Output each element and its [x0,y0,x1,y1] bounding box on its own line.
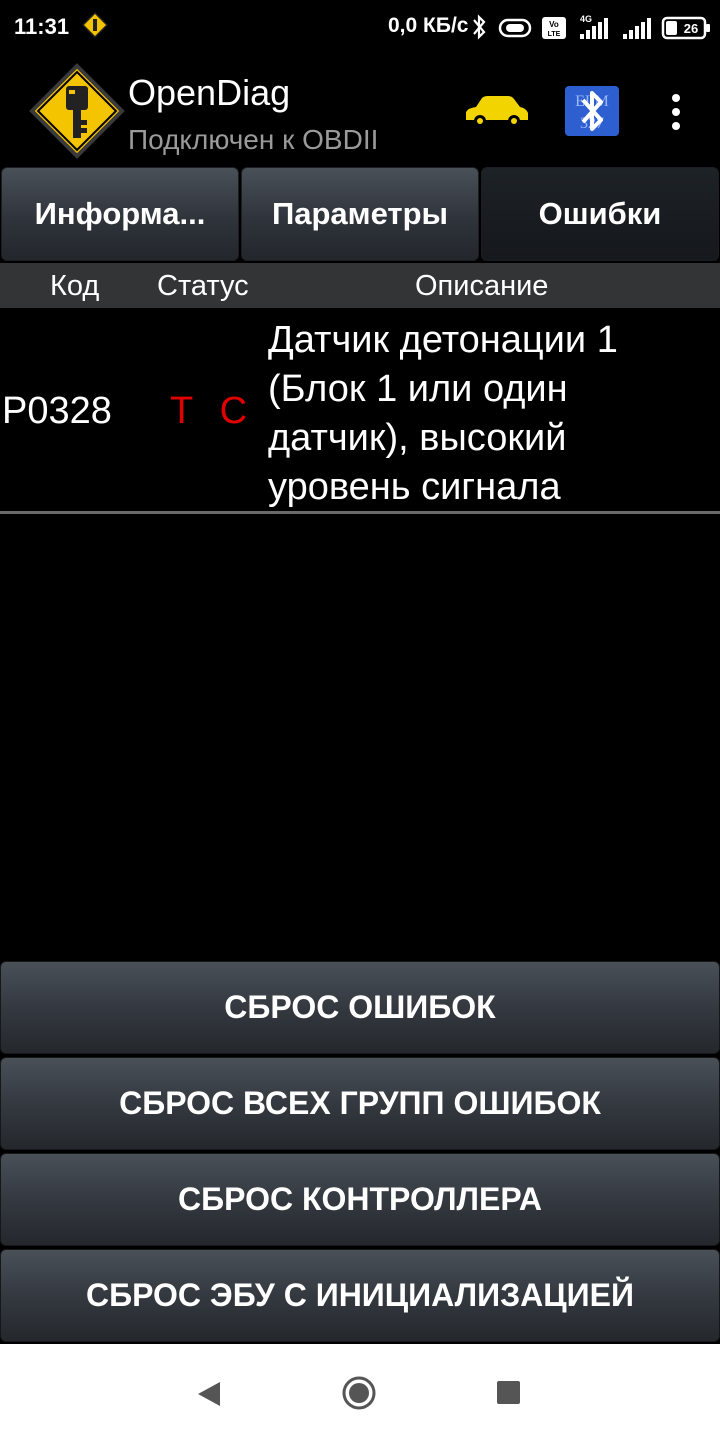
tab-bar: Информа... Параметры Ошибки [0,167,720,263]
svg-text:Vo: Vo [549,20,559,29]
status-time: 11:31 [14,14,70,39]
reset-all-groups-button[interactable]: СБРОС ВСЕХ ГРУПП ОШИБОК [0,1057,720,1150]
battery-icon: 26 [661,16,710,40]
header-description: Описание [415,270,549,302]
reset-errors-button[interactable]: СБРОС ОШИБОК [0,961,720,1054]
network-speed: 0,0 КБ/с [388,14,469,37]
home-icon[interactable] [341,1375,377,1411]
vibrate-icon [498,18,532,38]
bluetooth-status-icon [473,14,486,40]
reset-controller-button[interactable]: СБРОС КОНТРОЛЛЕРА [0,1153,720,1246]
back-icon[interactable] [196,1380,222,1408]
signal-4g-icon: 4G [580,14,608,39]
tab-info[interactable]: Информа... [1,167,239,261]
connection-status: Подключен к OBDII [128,124,379,155]
tab-parameters[interactable]: Параметры [241,167,479,261]
row-divider [0,511,720,514]
header-status: Статус [157,270,249,302]
app-title: OpenDiag [128,72,291,113]
notification-app-icon [82,12,108,38]
recents-icon[interactable] [497,1381,520,1404]
system-nav-bar [0,1344,720,1440]
error-description: Датчик детонации 1 (Блок 1 или один датч… [268,319,618,508]
svg-text:4G: 4G [580,14,592,24]
overflow-menu-icon[interactable] [662,92,690,132]
svg-text:LTE: LTE [548,31,561,38]
car-icon[interactable] [462,90,530,132]
status-bar: 11:31 0,0 КБ/с Vo LTE 4G 26 [0,0,720,56]
bluetooth-elm327-icon[interactable]: ELM 327 [563,84,621,138]
header-code: Код [50,270,100,302]
volte-icon: Vo LTE [542,17,566,39]
error-list-header: Код Статус Описание [0,263,720,308]
error-status: T C [170,390,250,432]
key-warning-icon [29,63,125,159]
error-code: P0328 [2,390,112,432]
svg-text:26: 26 [684,21,698,36]
signal-icon [623,18,651,39]
reset-ecu-init-button[interactable]: СБРОС ЭБУ С ИНИЦИАЛИЗАЦИЕЙ [0,1249,720,1342]
status-icons: Vo LTE 4G 26 [473,14,710,40]
tab-errors[interactable]: Ошибки [481,167,719,261]
app-bar: OpenDiag Подключен к OBDII ELM 327 [0,56,720,166]
error-row[interactable]: P0328 T C Датчик детонации 1 (Блок 1 или… [0,308,720,513]
